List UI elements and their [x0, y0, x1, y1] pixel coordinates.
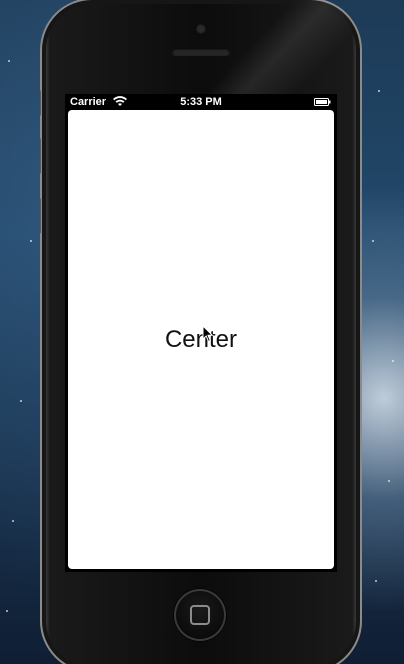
star — [392, 360, 394, 362]
star — [375, 580, 377, 582]
status-bar: Carrier 5:33 PM — [65, 94, 337, 110]
earpiece-speaker — [172, 48, 230, 56]
center-label: Center — [164, 326, 238, 353]
star — [20, 400, 22, 402]
home-button[interactable] — [174, 589, 226, 641]
star — [378, 90, 380, 92]
star — [12, 520, 14, 522]
volume-up-button — [40, 138, 41, 174]
iphone-simulator-frame: Carrier 5:33 PM Center — [40, 0, 362, 664]
battery-icon — [314, 98, 331, 106]
status-time: 5:33 PM — [180, 96, 222, 108]
front-camera — [196, 24, 206, 34]
app-view: Center — [68, 110, 334, 569]
star — [372, 240, 374, 242]
star — [8, 60, 10, 62]
star — [388, 480, 390, 482]
star — [6, 610, 8, 612]
mouse-pointer-icon — [202, 325, 214, 343]
home-button-icon — [190, 605, 210, 625]
volume-down-button — [40, 198, 41, 234]
star — [30, 240, 32, 242]
device-screen: Carrier 5:33 PM Center — [65, 94, 337, 572]
mute-switch — [40, 90, 41, 116]
